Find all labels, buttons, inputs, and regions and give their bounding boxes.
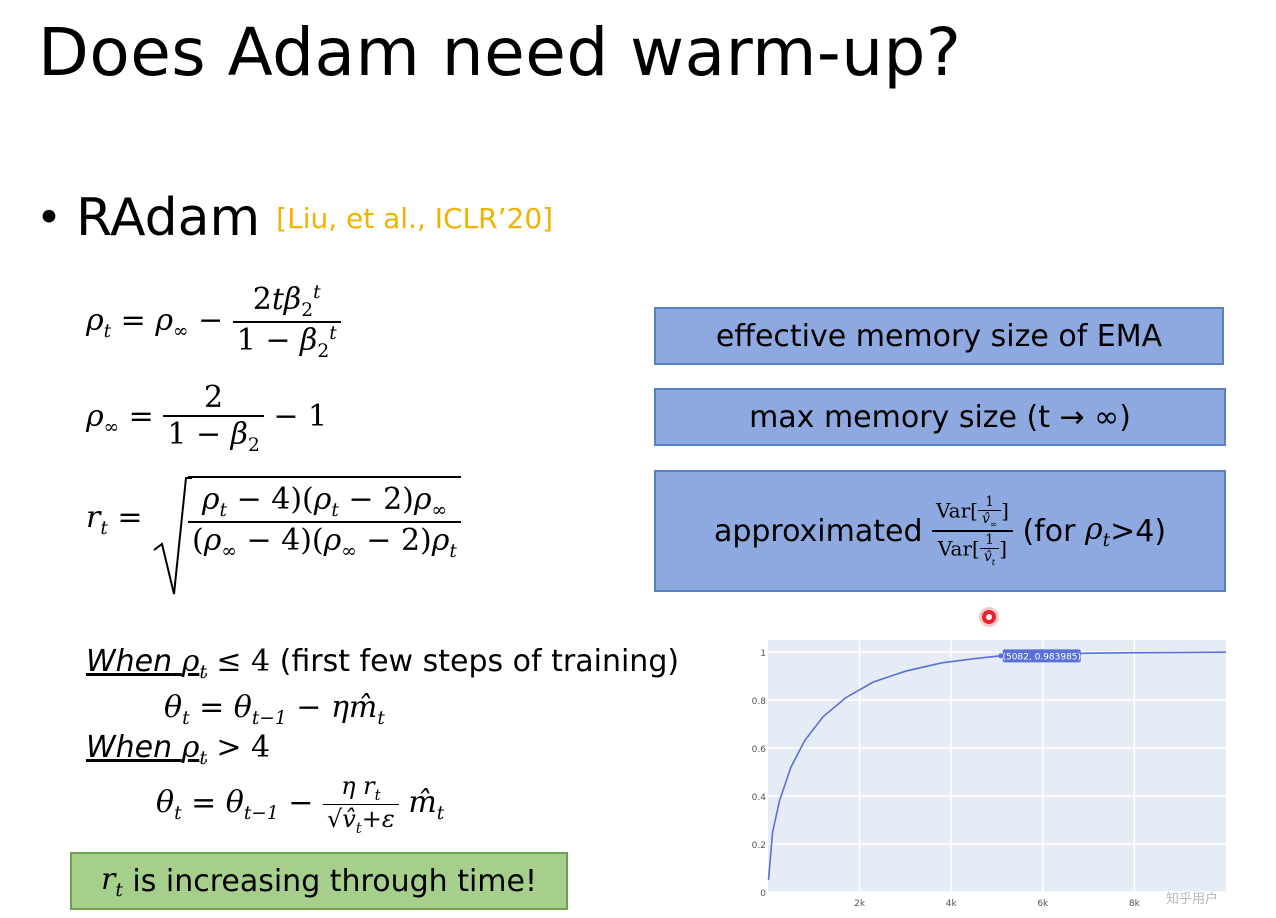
watermark: 知乎用户 xyxy=(1166,892,1219,907)
rt-curve-chart: 0 0.2 0.4 0.6 0.8 1 2k 4k 6k 8k (5082, 0.983985) xyxy=(740,640,1227,910)
update-rule-2: θt = θt−1 − η rt √v̂t+ε m̂t xyxy=(156,772,445,837)
equation-r-t: rt = ρt − 4)(ρt − 2)ρ∞ (ρ∞ − 4)(ρ∞ − 2)ρt xyxy=(86,476,461,595)
annotation-max-memory: max memory size (t → ∞) xyxy=(654,388,1226,446)
bullet-text: RAdam xyxy=(75,188,261,248)
plot-background xyxy=(768,640,1226,892)
condition-small-rho: When ρt ≤ 4 (first few steps of training… xyxy=(86,644,680,683)
y-tick-label: 0.2 xyxy=(752,841,766,851)
slide-title: Does Adam need warm-up? xyxy=(38,14,962,91)
tooltip-label: (5082, 0.983985) xyxy=(1002,652,1081,662)
bullet-dot-icon: • xyxy=(36,192,62,244)
box3-suffix: (for xyxy=(1022,513,1076,549)
box3-end: >4) xyxy=(1110,513,1167,549)
y-tick-label: 0.6 xyxy=(752,745,767,755)
citation: [Liu, et al., ICLR’20] xyxy=(276,201,554,235)
y-tick-label: 1 xyxy=(760,649,766,659)
conclusion-text: is increasing through time! xyxy=(132,863,537,899)
equation-rho-t: ρt = ρ∞ − 2tβ2t 1 − β2t xyxy=(86,282,341,362)
when-label-2: When xyxy=(86,730,173,765)
condition-large-rho: When ρt > 4 xyxy=(86,730,271,769)
annotation-effective-memory: effective memory size of EMA xyxy=(654,307,1224,365)
cursor-pointer-icon xyxy=(982,610,996,624)
x-tick-label: 4k xyxy=(946,899,958,909)
annotation-approximated: approximated Var[1 v̂∞] Var[1 v̂t] (for ρt… xyxy=(654,470,1226,592)
update-rule-1: θt = θt−1 − ηm̂t xyxy=(164,690,385,729)
x-tick-label: 6k xyxy=(1037,899,1049,909)
x-tick-label: 8k xyxy=(1129,899,1141,909)
when-label-1: When xyxy=(86,644,173,679)
y-tick-label: 0.4 xyxy=(752,793,767,803)
x-tick-label: 2k xyxy=(854,899,866,909)
y-tick-label: 0 xyxy=(760,889,766,899)
sqrt-icon xyxy=(153,477,193,595)
bullet-radam: • RAdam [Liu, et al., ICLR’20] xyxy=(36,188,553,248)
equation-rho-inf: ρ∞ = 21 − β2 − 1 xyxy=(86,380,328,456)
variance-ratio: Var[1 v̂∞] Var[1 v̂t] xyxy=(932,494,1013,568)
conclusion-box: rt is increasing through time! xyxy=(70,852,568,910)
box3-prefix: approximated xyxy=(713,513,923,549)
chart-svg: 0 0.2 0.4 0.6 0.8 1 2k 4k 6k 8k (5082, 0.983985) xyxy=(752,640,1227,909)
y-tick-label: 0.8 xyxy=(752,697,767,707)
condition-note: (first few steps of training) xyxy=(279,644,680,679)
